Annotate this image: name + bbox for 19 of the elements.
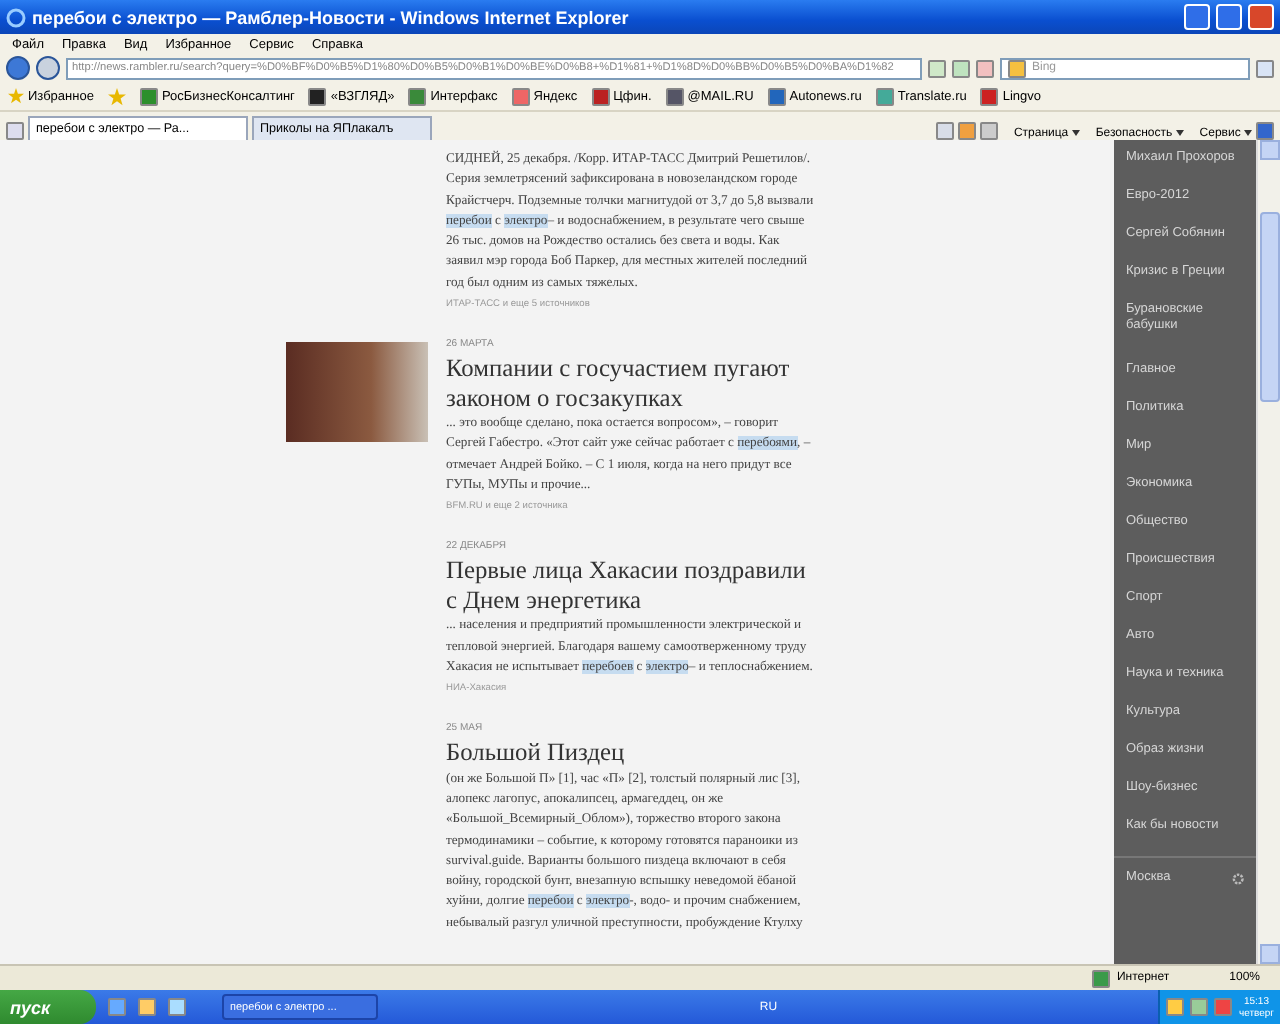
start-button[interactable]: пуск [0, 990, 96, 1024]
window-title: перебои с электро — Рамблер-Новости - Windows Internet Explorer [32, 7, 631, 27]
back-button[interactable] [6, 56, 30, 80]
settings-icon[interactable] [1231, 871, 1244, 885]
scrollbar[interactable] [1256, 140, 1280, 964]
caret-icon [1071, 130, 1080, 136]
browser-logo-icon [6, 7, 26, 27]
minimize-button[interactable] [1184, 4, 1210, 30]
forward-button[interactable] [36, 56, 60, 80]
article-title[interactable]: Первые лица Хакасии поздравили с Днем энергетика [446, 556, 816, 615]
add-favorite-icon[interactable] [107, 87, 126, 105]
photo-placeholder [286, 342, 428, 443]
article-title[interactable]: Большой Пиздец [446, 738, 816, 768]
maximize-button[interactable] [1216, 4, 1242, 30]
star-icon [8, 88, 24, 104]
caret-icon [1175, 130, 1184, 136]
close-button[interactable] [1248, 4, 1274, 30]
caret-icon [1244, 130, 1252, 136]
article-title[interactable]: Компании с госучастием пугают законом о госзакупках [446, 354, 816, 413]
